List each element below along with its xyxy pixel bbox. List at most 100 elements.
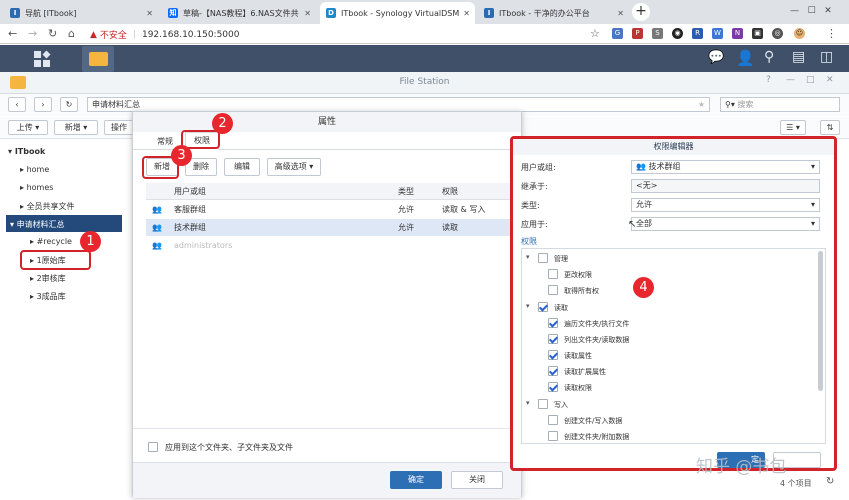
group-label: 写入 bbox=[554, 401, 568, 409]
widgets-icon[interactable]: ▤ bbox=[792, 49, 805, 65]
folder-tree: ▾ ITbook ▸ home ▸ homes ▸ 全员共享文件 ▾ 申请材料汇… bbox=[0, 140, 132, 500]
perm-checkbox[interactable] bbox=[548, 366, 558, 376]
view-list-button[interactable]: ☰ ▾ bbox=[780, 120, 806, 135]
new-tab-button[interactable]: + bbox=[632, 3, 650, 21]
close-icon[interactable]: ✕ bbox=[300, 9, 311, 18]
table-row[interactable]: 👥 administrators bbox=[146, 237, 511, 254]
apply-to-label: 应用于: bbox=[521, 220, 548, 229]
collapse-icon[interactable]: ▾ bbox=[526, 302, 530, 310]
extension-icon[interactable]: ▣ bbox=[752, 28, 763, 39]
tree-item-home[interactable]: ▸ home bbox=[20, 165, 49, 174]
reload-icon[interactable]: ↻ bbox=[48, 28, 57, 40]
perm-checkbox[interactable] bbox=[548, 269, 558, 279]
itbook-favicon: I bbox=[10, 8, 20, 18]
back-icon[interactable]: ← bbox=[8, 28, 17, 40]
tree-item-homes[interactable]: ▸ homes bbox=[20, 183, 53, 192]
browser-tab-3-active[interactable]: D ITbook - Synology VirtualDSM ✕ bbox=[320, 2, 475, 24]
perm-checkbox[interactable] bbox=[548, 334, 558, 344]
table-row-selected[interactable]: 👥 技术群组 允许 读取 bbox=[146, 219, 511, 236]
menu-icon[interactable]: ⋮ bbox=[826, 28, 837, 40]
group-checkbox-manage[interactable] bbox=[538, 253, 548, 263]
maximize-icon[interactable]: □ bbox=[806, 75, 815, 85]
annotation-badge-1: 1 bbox=[80, 231, 101, 252]
perm-checkbox[interactable] bbox=[548, 415, 558, 425]
search-field[interactable]: ⚲▾ 搜索 bbox=[720, 97, 840, 112]
user-select[interactable]: 👥 技术群组 ▾ bbox=[631, 160, 820, 174]
star-icon[interactable]: ★ bbox=[698, 98, 705, 111]
apply-to-select[interactable]: 全部 ▾ bbox=[631, 217, 820, 231]
forward-icon[interactable]: → bbox=[28, 28, 37, 40]
group-checkbox-read[interactable] bbox=[538, 302, 548, 312]
tree-root[interactable]: ▾ ITbook bbox=[8, 147, 45, 156]
chat-icon[interactable]: 💬 bbox=[708, 50, 724, 65]
user-icon[interactable]: 👤 bbox=[736, 49, 755, 67]
type-select[interactable]: 允许 ▾ bbox=[631, 198, 820, 212]
new-button[interactable]: 新增 ▾ bbox=[54, 120, 98, 135]
action-button[interactable]: 操作 bbox=[104, 120, 134, 135]
search-icon[interactable]: ⚲ bbox=[764, 49, 774, 65]
collapse-icon[interactable]: ▾ bbox=[526, 399, 530, 407]
browser-tab-2[interactable]: 知 草稿-【NAS教程】6.NAS文件共 ✕ bbox=[162, 2, 317, 24]
tree-item-shared[interactable]: ▸ 全员共享文件 bbox=[20, 201, 75, 212]
group-label: 读取 bbox=[554, 304, 568, 312]
scrollbar[interactable] bbox=[818, 251, 823, 391]
back-button[interactable]: ‹ bbox=[8, 97, 26, 112]
perm-checkbox[interactable] bbox=[548, 285, 558, 295]
chevron-down-icon: ▾ bbox=[810, 219, 815, 228]
ok-button[interactable]: 确定 bbox=[390, 471, 442, 489]
collapse-icon[interactable]: ▾ bbox=[526, 253, 530, 261]
tree-item-review[interactable]: ▸ 2审核库 bbox=[30, 273, 66, 284]
dialog-title: 权限编辑器 bbox=[513, 139, 834, 155]
extension-icon[interactable]: P bbox=[632, 28, 643, 39]
annotation-badge-3: 3 bbox=[171, 145, 192, 166]
chevron-down-icon: ▾ bbox=[810, 200, 815, 209]
browser-tab-1[interactable]: I 导航 [ITbook] ✕ bbox=[4, 2, 159, 24]
help-icon[interactable]: ? bbox=[766, 75, 771, 85]
refresh-icon[interactable]: ↻ bbox=[826, 476, 834, 487]
url-text: 192.168.10.150:5000 bbox=[141, 29, 240, 40]
perm-checkbox[interactable] bbox=[548, 350, 558, 360]
extension-icon[interactable]: N bbox=[732, 28, 743, 39]
main-menu-icon[interactable] bbox=[34, 50, 51, 67]
forward-button[interactable]: › bbox=[34, 97, 52, 112]
address-bar[interactable]: ▲ 不安全 | 192.168.10.150:5000 bbox=[90, 27, 610, 42]
star-icon[interactable]: ☆ bbox=[590, 28, 600, 40]
minimize-icon[interactable]: — bbox=[786, 75, 795, 85]
apply-subfolders-checkbox[interactable] bbox=[148, 442, 158, 452]
edit-permission-button[interactable]: 编辑 bbox=[224, 158, 260, 176]
browser-toolbar: ← → ↻ ⌂ ▲ 不安全 | 192.168.10.150:5000 ☆ G … bbox=[0, 24, 849, 44]
browser-tab-4[interactable]: I ITbook - 干净的办公平台 ✕ bbox=[478, 2, 630, 24]
extension-icon[interactable]: ◉ bbox=[672, 28, 683, 39]
advanced-options-button[interactable]: 高级选项 ▾ bbox=[267, 158, 321, 176]
table-row[interactable]: 👥 客服群组 允许 读取 & 写入 bbox=[146, 201, 511, 218]
extension-icon[interactable]: S bbox=[652, 28, 663, 39]
close-button[interactable]: 关闭 bbox=[451, 471, 503, 489]
close-icon[interactable]: ✕ bbox=[613, 9, 624, 18]
mouse-cursor-icon: ↖ bbox=[628, 219, 637, 230]
tree-item-recycle[interactable]: ▸ #recycle bbox=[30, 237, 72, 246]
tab-general[interactable]: 常规 bbox=[157, 136, 173, 147]
extension-icon[interactable]: W bbox=[712, 28, 723, 39]
perm-checkbox[interactable] bbox=[548, 382, 558, 392]
group-checkbox-write[interactable] bbox=[538, 399, 548, 409]
perm-checkbox[interactable] bbox=[548, 318, 558, 328]
extension-icon[interactable]: G bbox=[612, 28, 623, 39]
close-icon[interactable]: ✕ bbox=[142, 9, 153, 18]
desktop-icon[interactable]: ◫ bbox=[820, 49, 833, 65]
avatar[interactable]: ☺ bbox=[794, 28, 805, 39]
sort-button[interactable]: ⇅ bbox=[820, 120, 840, 135]
file-station-taskbar-button[interactable] bbox=[82, 46, 114, 72]
close-icon[interactable]: ✕ bbox=[826, 75, 834, 85]
refresh-button[interactable]: ↻ bbox=[60, 97, 78, 112]
extension-icon[interactable]: R bbox=[692, 28, 703, 39]
path-field[interactable]: 申请材料汇总 ★ bbox=[87, 97, 710, 112]
home-icon[interactable]: ⌂ bbox=[68, 28, 75, 40]
perm-checkbox[interactable] bbox=[548, 431, 558, 441]
close-icon[interactable]: ✕ bbox=[459, 9, 470, 18]
annotation-box-1 bbox=[20, 250, 91, 270]
dsm-taskbar: 💬 👤 ⚲ ▤ ◫ bbox=[0, 45, 849, 72]
extension-icon[interactable]: ◎ bbox=[772, 28, 783, 39]
upload-button[interactable]: 上传 ▾ bbox=[8, 120, 48, 135]
tree-item-apply-materials[interactable]: ▾ 申请材料汇总 bbox=[10, 219, 65, 230]
tree-item-finished[interactable]: ▸ 3成品库 bbox=[30, 291, 66, 302]
